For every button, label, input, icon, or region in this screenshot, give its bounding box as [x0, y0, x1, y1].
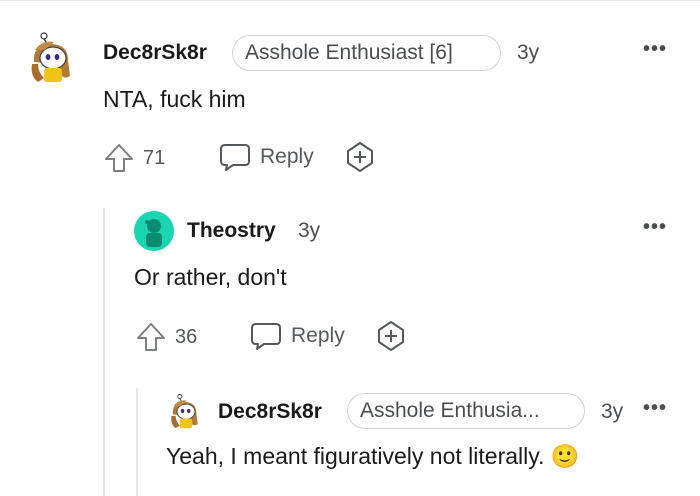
snoo-avatar-icon [31, 32, 70, 82]
speech-bubble-icon [251, 323, 281, 350]
more-dots-icon[interactable]: ••• [643, 217, 667, 237]
upvote-button[interactable] [103, 142, 135, 174]
user-avatar[interactable] [166, 391, 206, 431]
snoo-avatar-icon [171, 394, 198, 429]
thread-line-level-2[interactable] [136, 388, 138, 496]
reply-button[interactable]: Reply [250, 320, 360, 354]
snoo-avatar-icon [145, 219, 162, 247]
flair-text: Asshole Enthusia... [360, 399, 540, 422]
comment-body: NTA, fuck him [103, 86, 246, 112]
more-dots-icon[interactable]: ••• [643, 398, 667, 418]
reply-button[interactable]: Reply [219, 141, 329, 175]
add-award-icon [378, 321, 404, 351]
add-award-icon [347, 142, 373, 172]
upvote-button[interactable] [135, 321, 167, 353]
thread-line-level-1[interactable] [103, 208, 105, 496]
comment-author[interactable]: Dec8rSk8r [103, 41, 207, 65]
comment-timestamp[interactable]: 3y [517, 41, 539, 65]
upvote-arrow-icon [137, 323, 165, 351]
vote-count: 71 [143, 147, 166, 169]
comment-timestamp[interactable]: 3y [298, 219, 320, 243]
user-avatar[interactable] [24, 28, 82, 86]
user-avatar[interactable] [134, 211, 174, 251]
user-flair[interactable]: Asshole Enthusiast [6] [232, 35, 501, 71]
comment-timestamp[interactable]: 3y [601, 400, 623, 424]
flair-text: Asshole Enthusiast [6] [245, 41, 453, 64]
more-dots-icon[interactable]: ••• [643, 39, 667, 59]
add-award-button[interactable] [344, 141, 376, 173]
upvote-arrow-icon [105, 144, 133, 172]
comment-author[interactable]: Dec8rSk8r [218, 400, 322, 424]
add-award-button[interactable] [375, 320, 407, 352]
comment-body: Or rather, don't [134, 264, 287, 290]
comment-body: Yeah, I meant figuratively not literally… [166, 443, 580, 469]
comment-author[interactable]: Theostry [187, 219, 276, 243]
reply-label: Reply [291, 324, 345, 347]
speech-bubble-icon [220, 144, 250, 171]
user-flair[interactable]: Asshole Enthusia... [347, 393, 585, 429]
reply-label: Reply [260, 145, 314, 168]
top-divider [0, 0, 700, 1]
vote-count: 36 [175, 326, 198, 348]
